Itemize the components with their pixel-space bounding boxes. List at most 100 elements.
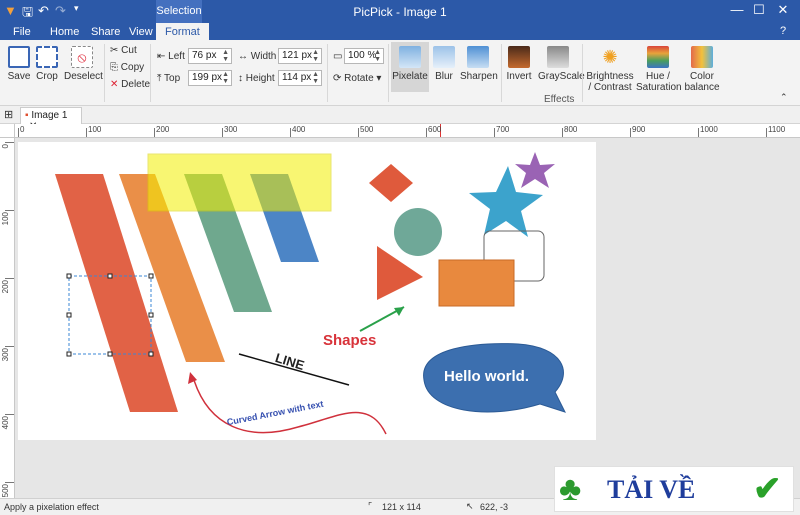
delete-button[interactable]: ✕ Delete	[110, 79, 150, 90]
top-field[interactable]: 199 px ▲ ▼	[188, 70, 232, 86]
ruler-tick-label: 1000	[700, 125, 718, 134]
ruler-tick-label: 600	[428, 125, 442, 134]
checkmark-icon: ✔	[753, 470, 782, 508]
tab-view[interactable]: View	[129, 26, 153, 38]
curved-arrowhead-icon	[188, 372, 197, 384]
orange-rectangle[interactable]	[438, 259, 515, 307]
cut-button[interactable]: ✂ Cut	[110, 45, 137, 56]
left-value: 76 px	[192, 50, 217, 61]
pixelate-label: Pixelate	[392, 71, 428, 82]
zoom-spinner-icon[interactable]: ▲ ▼	[374, 49, 381, 63]
ribbon-separator	[582, 44, 583, 102]
ruler-tick-label: 400	[292, 125, 306, 134]
width-field[interactable]: 121 px ▲ ▼	[278, 48, 322, 64]
ruler-tick	[698, 128, 699, 137]
invert-icon	[508, 46, 530, 68]
delete-label: Delete	[121, 79, 151, 90]
left-field[interactable]: 76 px ▲ ▼	[188, 48, 232, 64]
height-spinner-icon[interactable]: ▲ ▼	[312, 71, 319, 85]
ruler-tick-label: 200	[156, 125, 170, 134]
copy-button[interactable]: ⎘ Copy	[110, 62, 144, 73]
bubble-text[interactable]: Hello world.	[444, 368, 529, 385]
color-balance-icon	[691, 46, 713, 68]
ruler-tick-label: 500	[1, 484, 10, 498]
shapes-text[interactable]: Shapes	[323, 332, 376, 349]
height-field[interactable]: 114 px ▲ ▼	[278, 70, 322, 86]
hue-saturation-label: Hue / Saturation	[636, 71, 682, 93]
status-hint: Apply a pixelation effect	[4, 502, 99, 512]
ruler-tick	[5, 278, 14, 279]
ruler-tick-label: 700	[496, 125, 510, 134]
image-canvas[interactable]: Shapes LINE Curved Arrow with text Hello…	[18, 142, 596, 440]
diamond-shape[interactable]	[369, 164, 413, 202]
zoom-field[interactable]: 100 % ▲ ▼	[344, 48, 384, 64]
small-star-shape[interactable]	[515, 152, 555, 188]
highlight-rectangle[interactable]	[147, 153, 332, 212]
sharpen-button[interactable]: Sharpen	[460, 46, 498, 82]
ruler-tick-label: 900	[632, 125, 646, 134]
ruler-tick	[290, 128, 291, 137]
width-label: ↔ Width	[238, 51, 276, 62]
tab-share[interactable]: Share	[91, 26, 120, 38]
deselect-button[interactable]: ⦸ Deselect	[64, 46, 103, 82]
document-tab-image-1[interactable]: ▪ Image 1 ✕	[20, 107, 82, 132]
ribbon-separator	[150, 44, 151, 102]
tab-home[interactable]: Home	[50, 26, 79, 38]
height-label-text: Height	[245, 73, 275, 84]
ribbon-separator	[104, 44, 105, 102]
cursor-position: 622, -3	[480, 502, 509, 512]
pixelate-button[interactable]: Pixelate	[391, 42, 429, 92]
tab-format[interactable]: Format	[156, 23, 209, 40]
vertical-ruler: 0 100 200 300 400 500	[0, 138, 15, 498]
horizontal-ruler: 0 100 200 300 400 500 600 700 800 900 1000 1100	[15, 124, 800, 138]
rotate-icon: ⟳	[333, 73, 342, 84]
grayscale-icon	[547, 46, 569, 68]
ribbon-tabs: File Home Share View Format ?	[0, 23, 800, 40]
left-spinner-icon[interactable]: ▲ ▼	[222, 49, 229, 63]
sun-icon: ✺	[602, 47, 618, 67]
ruler-tick	[5, 142, 14, 143]
hue-saturation-button[interactable]: Hue / Saturation	[636, 46, 682, 93]
top-spinner-icon[interactable]: ▲ ▼	[222, 71, 229, 85]
copy-label: Copy	[120, 62, 145, 73]
circle-shape[interactable]	[394, 208, 442, 256]
height-label: ↕ Height	[238, 73, 275, 84]
zoom-value: 100 %	[348, 50, 377, 61]
ribbon-separator	[327, 44, 328, 102]
ruler-tick	[5, 346, 14, 347]
help-icon[interactable]: ?	[780, 25, 786, 37]
ruler-tick-label: 100	[88, 125, 102, 134]
grid-view-icon[interactable]: ⊞	[4, 108, 13, 121]
brightness-contrast-button[interactable]: ✺ Brightness / Contrast	[586, 46, 634, 93]
save-label: Save	[7, 71, 31, 82]
rotate-button[interactable]: ⟳ Rotate ▾	[333, 73, 381, 84]
ruler-tick	[154, 128, 155, 137]
deselect-label: Deselect	[64, 71, 103, 82]
crop-button[interactable]: Crop	[34, 46, 60, 82]
color-balance-button[interactable]: Color balance	[684, 46, 720, 93]
crop-icon	[36, 46, 58, 68]
cursor-icon: ↖	[466, 501, 474, 511]
window-title: PicPick - Image 1	[353, 5, 447, 19]
width-spinner-icon[interactable]: ▲ ▼	[312, 49, 319, 63]
left-icon: ⇤	[157, 51, 166, 62]
height-value: 114 px	[282, 72, 312, 83]
grayscale-label: GrayScale	[538, 71, 585, 82]
tab-file[interactable]: File	[13, 26, 31, 38]
ruler-tick	[426, 128, 427, 137]
pixelate-icon	[399, 46, 421, 68]
ruler-tick-label: 300	[224, 125, 238, 134]
save-button[interactable]: Save	[6, 46, 32, 82]
collapse-ribbon-icon[interactable]: ⌃	[780, 92, 788, 103]
brightness-contrast-label: Brightness / Contrast	[586, 71, 634, 93]
sharpen-icon	[467, 46, 489, 68]
blur-label: Blur	[435, 71, 453, 82]
width-icon: ↔	[238, 51, 248, 62]
selection-size-icon: ⌜	[368, 501, 373, 511]
rotate-label: Rotate	[344, 73, 374, 84]
blur-button[interactable]: Blur	[430, 46, 458, 82]
close-button[interactable]: ✕	[768, 2, 798, 18]
color-balance-label: Color balance	[684, 71, 720, 93]
grayscale-button[interactable]: GrayScale	[538, 46, 585, 82]
invert-button[interactable]: Invert	[505, 46, 533, 82]
